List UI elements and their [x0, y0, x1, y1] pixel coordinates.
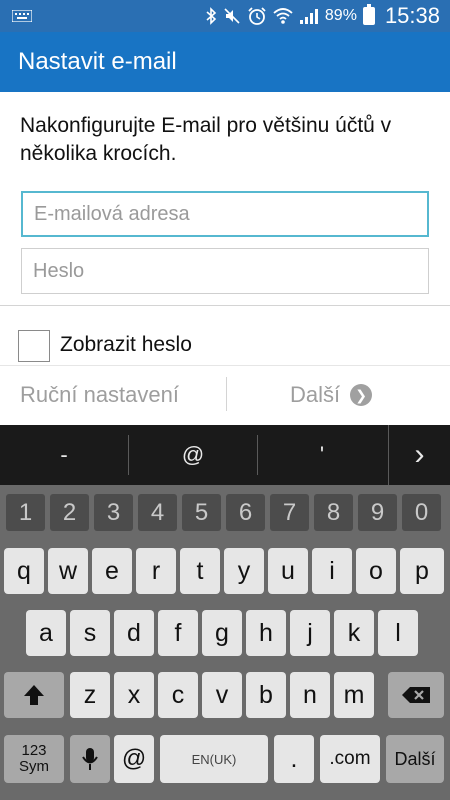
key-v[interactable]: v: [202, 672, 242, 718]
backspace-key[interactable]: [388, 672, 444, 718]
key-r[interactable]: r: [136, 548, 176, 594]
at-key[interactable]: @: [114, 735, 154, 783]
setup-form: Nakonfigurujte E-mail pro většinu účtů v…: [0, 92, 450, 425]
app-bar: Nastavit e-mail: [0, 32, 450, 92]
email-field[interactable]: [23, 193, 427, 235]
bluetooth-icon: [206, 7, 217, 25]
voice-input-key[interactable]: [70, 735, 110, 783]
key-label: 9: [370, 498, 385, 526]
space-key[interactable]: EN(UK): [160, 735, 268, 783]
battery-icon: [362, 4, 375, 25]
key-k[interactable]: k: [334, 610, 374, 656]
key-z[interactable]: z: [70, 672, 110, 718]
key-g[interactable]: g: [202, 610, 242, 656]
password-field-container: [21, 248, 429, 294]
key-label: 8: [326, 498, 341, 526]
symbols-key[interactable]: 123 Sym: [4, 735, 64, 783]
key-label: 2: [62, 498, 77, 526]
key-p[interactable]: p: [400, 548, 444, 594]
key-b[interactable]: b: [246, 672, 286, 718]
button-separator: [226, 377, 227, 411]
key-label: 6: [238, 498, 253, 526]
key-y[interactable]: y: [224, 548, 264, 594]
setup-description: Nakonfigurujte E-mail pro většinu účtů v…: [20, 114, 392, 165]
key-d[interactable]: d: [114, 610, 154, 656]
suggestion-dash[interactable]: -: [0, 425, 128, 485]
key-l[interactable]: l: [378, 610, 418, 656]
key-m[interactable]: m: [334, 672, 374, 718]
key-s[interactable]: s: [70, 610, 110, 656]
key-n[interactable]: n: [290, 672, 330, 718]
symbols-key-top: 123: [21, 742, 47, 759]
email-setup-screen: 89% 15:38 Nastavit e-mail Nakonfigurujte…: [0, 0, 450, 800]
manual-setup-button[interactable]: Ruční nastavení: [20, 382, 179, 408]
microphone-icon: [82, 748, 98, 770]
keyboard-indicator-icon: [12, 10, 32, 22]
divider: [0, 365, 450, 366]
signal-icon: [299, 9, 318, 24]
symbols-key-bottom: Sym: [19, 758, 49, 775]
status-bar: 89% 15:38: [0, 0, 450, 32]
key-u[interactable]: u: [268, 548, 308, 594]
next-button-label: Další: [290, 382, 341, 407]
key-q[interactable]: q: [4, 548, 44, 594]
next-button[interactable]: Další ❯: [290, 382, 373, 408]
password-field[interactable]: [22, 249, 428, 293]
key-label: 5: [194, 498, 209, 526]
chevron-right-icon: ❯: [350, 384, 373, 406]
key-1[interactable]: 1: [6, 494, 45, 531]
key-x[interactable]: x: [114, 672, 154, 718]
key-label: 0: [414, 498, 429, 526]
suggestion-at[interactable]: @: [129, 425, 257, 485]
alarm-icon: [248, 7, 266, 25]
key-f[interactable]: f: [158, 610, 198, 656]
key-3[interactable]: 3: [94, 494, 133, 531]
key-j[interactable]: j: [290, 610, 330, 656]
mute-icon: [224, 8, 240, 24]
email-field-container: [21, 191, 429, 237]
clock: 15:38: [384, 3, 440, 28]
key-o[interactable]: o: [356, 548, 396, 594]
suggestion-bar: - @ ' ›: [0, 425, 450, 485]
dot-com-key[interactable]: .com: [320, 735, 380, 783]
key-8[interactable]: 8: [314, 494, 353, 531]
key-c[interactable]: c: [158, 672, 198, 718]
period-key[interactable]: .: [274, 735, 314, 783]
divider: [0, 305, 450, 306]
key-label: 7: [282, 498, 297, 526]
chevron-right-icon[interactable]: ›: [388, 425, 450, 485]
enter-next-key[interactable]: Další: [386, 735, 444, 783]
wifi-icon: [273, 8, 293, 24]
key-5[interactable]: 5: [182, 494, 221, 531]
key-7[interactable]: 7: [270, 494, 309, 531]
key-9[interactable]: 9: [358, 494, 397, 531]
key-w[interactable]: w: [48, 548, 88, 594]
space-language-label: EN(UK): [191, 751, 237, 767]
key-i[interactable]: i: [312, 548, 352, 594]
show-password-checkbox[interactable]: [18, 330, 50, 362]
key-4[interactable]: 4: [138, 494, 177, 531]
key-h[interactable]: h: [246, 610, 286, 656]
key-label: 1: [18, 498, 33, 526]
key-label: 4: [150, 498, 165, 526]
key-label: 3: [106, 498, 121, 526]
backspace-icon: [402, 687, 430, 703]
key-a[interactable]: a: [26, 610, 66, 656]
symbols-key-label: 123 Sym: [19, 743, 49, 775]
keyboard: 1 2 3 4 5 6 7 8 9 0 q w e r t y u i o p …: [0, 485, 450, 800]
key-t[interactable]: t: [180, 548, 220, 594]
battery-percent: 89%: [324, 7, 357, 24]
shift-key[interactable]: [4, 672, 64, 718]
key-0[interactable]: 0: [402, 494, 441, 531]
shift-arrow-icon: [24, 685, 44, 705]
key-6[interactable]: 6: [226, 494, 265, 531]
key-2[interactable]: 2: [50, 494, 89, 531]
suggestion-apostrophe[interactable]: ': [258, 425, 386, 485]
key-e[interactable]: e: [92, 548, 132, 594]
show-password-label[interactable]: Zobrazit heslo: [60, 333, 192, 357]
page-title: Nastavit e-mail: [18, 48, 177, 75]
